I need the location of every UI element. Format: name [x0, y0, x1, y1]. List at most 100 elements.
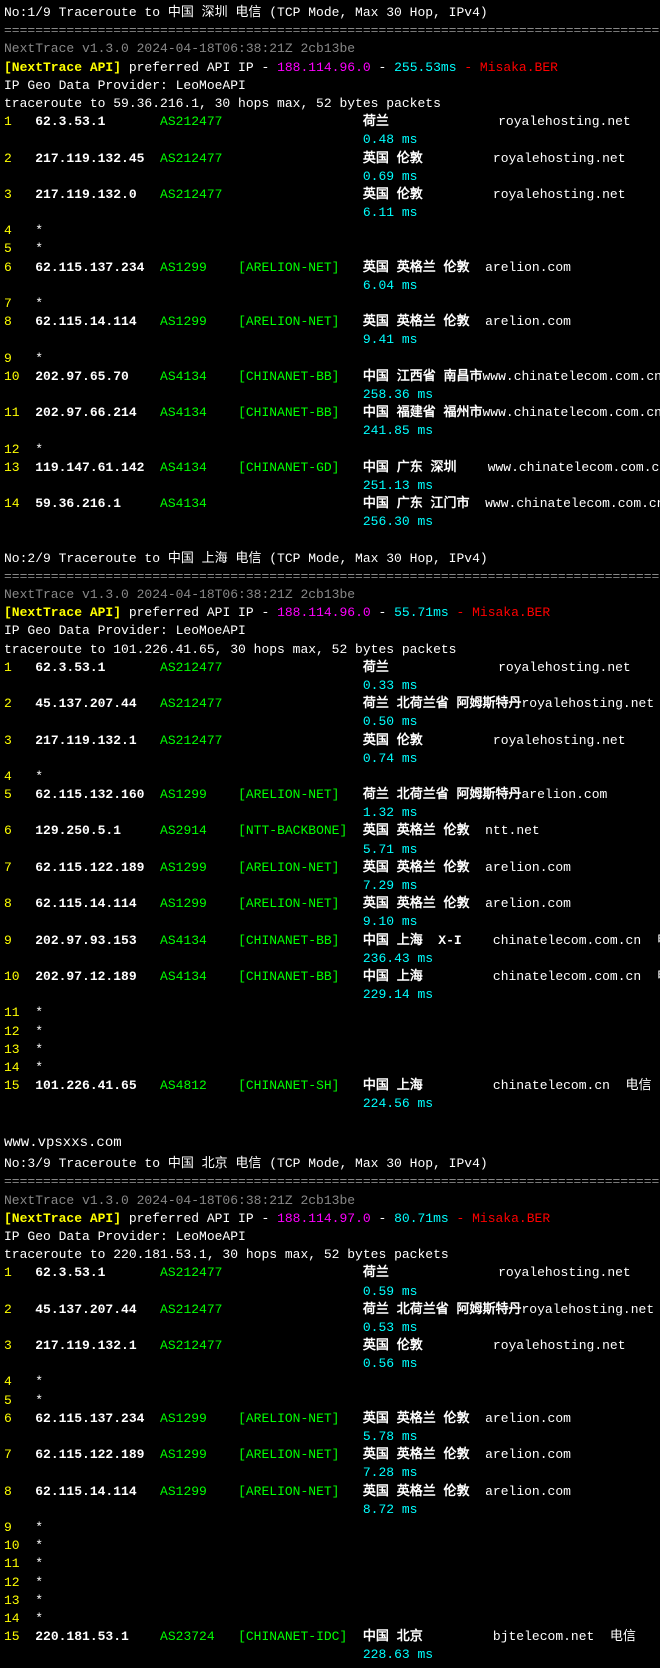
- hop-num: 15: [4, 1078, 35, 1093]
- hop-timeout: *: [35, 442, 43, 457]
- hop-asn: AS212477: [160, 151, 238, 166]
- trace-header: No:3/9 Traceroute to 中国 北京 电信 (TCP Mode,…: [4, 1155, 660, 1173]
- hop-location: 荷兰: [363, 1265, 498, 1280]
- nexttrace-version: NextTrace v1.3.0 2024-04-18T06:38:21Z 2c…: [4, 1193, 355, 1208]
- traceroute-info: traceroute to 101.226.41.65, 30 hops max…: [4, 642, 456, 657]
- hop-latency: 0.53 ms: [363, 1320, 418, 1335]
- hop-latency-row: 0.53 ms: [4, 1319, 660, 1337]
- hop-timeout: *: [35, 1042, 43, 1057]
- hop-num: 10: [4, 369, 35, 384]
- nexttrace-version: NextTrace v1.3.0 2024-04-18T06:38:21Z 2c…: [4, 41, 355, 56]
- hop-latency: 0.33 ms: [363, 678, 418, 693]
- hop-num: 10: [4, 1538, 35, 1553]
- hop-row: 5 *: [4, 240, 660, 258]
- hop-net: [CHINANET-SH]: [238, 1078, 363, 1093]
- hop-host: royalehosting.net: [498, 114, 631, 129]
- separator: ========================================…: [4, 23, 659, 38]
- hop-latency: 258.36 ms: [363, 387, 433, 402]
- hop-ip: 202.97.12.189: [35, 969, 160, 984]
- hop-latency-row: 0.50 ms: [4, 713, 660, 731]
- hop-timeout: *: [35, 1374, 43, 1389]
- hop-row: 9 *: [4, 1519, 660, 1537]
- hop-latency: 241.85 ms: [363, 423, 433, 438]
- hop-num: 6: [4, 823, 35, 838]
- hop-host: chinatelecom.cn: [493, 1078, 610, 1093]
- api-ip: 188.114.96.0: [277, 60, 371, 75]
- hop-net: [CHINANET-BB]: [238, 369, 363, 384]
- hop-latency-row: 256.30 ms: [4, 513, 660, 531]
- hop-asn: AS1299: [160, 260, 238, 275]
- hop-row: 4 *: [4, 222, 660, 240]
- hop-latency-row: 5.71 ms: [4, 841, 660, 859]
- hop-asn: AS4134: [160, 969, 238, 984]
- hop-timeout: *: [35, 769, 43, 784]
- hop-asn: AS1299: [160, 1484, 238, 1499]
- hop-ip: 202.97.66.214: [35, 405, 160, 420]
- hop-timeout: *: [35, 1538, 43, 1553]
- hop-location: 中国 江西省 南昌市: [363, 369, 483, 384]
- hop-asn: AS212477: [160, 1302, 238, 1317]
- hop-num: 14: [4, 496, 35, 511]
- hop-num: 4: [4, 223, 35, 238]
- hop-host: ntt.net: [485, 823, 540, 838]
- hop-latency-row: 0.69 ms: [4, 168, 660, 186]
- hop-net: [ARELION-NET]: [238, 1411, 363, 1426]
- hop-num: 11: [4, 1556, 35, 1571]
- hop-latency: 7.29 ms: [363, 878, 418, 893]
- hop-timeout: *: [35, 1024, 43, 1039]
- hop-num: 2: [4, 1302, 35, 1317]
- hop-location: 中国 上海: [363, 1078, 493, 1093]
- hop-latency: 7.28 ms: [363, 1465, 418, 1480]
- hop-location: 荷兰 北荷兰省 阿姆斯特丹: [363, 1302, 522, 1317]
- hop-ip: 217.119.132.1: [35, 1338, 160, 1353]
- hop-asn: AS212477: [160, 187, 238, 202]
- hop-num: 9: [4, 933, 35, 948]
- hop-row: 3 217.119.132.1 AS212477 英国 伦敦 royalehos…: [4, 732, 660, 750]
- hop-timeout: *: [35, 1393, 43, 1408]
- hop-latency: 8.72 ms: [363, 1502, 418, 1517]
- hop-num: 7: [4, 296, 35, 311]
- hop-num: 5: [4, 241, 35, 256]
- hop-location: 英国 伦敦: [363, 187, 493, 202]
- hop-ip: 217.119.132.45: [35, 151, 160, 166]
- hop-asn: AS4812: [160, 1078, 238, 1093]
- hop-latency: 0.74 ms: [363, 751, 418, 766]
- hop-asn: AS1299: [160, 314, 238, 329]
- hop-ip: 62.115.14.114: [35, 1484, 160, 1499]
- hop-num: 13: [4, 1593, 35, 1608]
- hop-num: 12: [4, 1575, 35, 1590]
- hop-asn: AS212477: [160, 733, 238, 748]
- hop-asn: AS4134: [160, 405, 238, 420]
- hop-location: 英国 英格兰 伦敦: [363, 1447, 485, 1462]
- hop-latency-row: 6.11 ms: [4, 204, 660, 222]
- hop-row: 7 *: [4, 295, 660, 313]
- hop-row: 7 62.115.122.189 AS1299 [ARELION-NET] 英国…: [4, 859, 660, 877]
- hop-isp: 电信: [594, 1629, 636, 1644]
- hop-host: royalehosting.net: [522, 696, 655, 711]
- hop-ip: 62.115.132.160: [35, 787, 160, 802]
- hop-row: 15 101.226.41.65 AS4812 [CHINANET-SH] 中国…: [4, 1077, 660, 1095]
- hop-host: arelion.com: [522, 787, 608, 802]
- hop-num: 6: [4, 260, 35, 275]
- hop-ip: 101.226.41.65: [35, 1078, 160, 1093]
- hop-location: 英国 英格兰 伦敦: [363, 1484, 485, 1499]
- hop-row: 15 220.181.53.1 AS23724 [CHINANET-IDC] 中…: [4, 1628, 660, 1646]
- hop-isp: 电信: [641, 933, 660, 948]
- hop-net: [238, 151, 363, 166]
- api-ip: 188.114.96.0: [277, 605, 371, 620]
- hop-num: 8: [4, 314, 35, 329]
- hop-host: www.chinatelecom.com.cn: [485, 496, 660, 511]
- hop-row: 8 62.115.14.114 AS1299 [ARELION-NET] 英国 …: [4, 1483, 660, 1501]
- trace-header: No:1/9 Traceroute to 中国 深圳 电信 (TCP Mode,…: [4, 4, 660, 22]
- hop-row: 10 202.97.65.70 AS4134 [CHINANET-BB] 中国 …: [4, 368, 660, 386]
- hop-num: 5: [4, 1393, 35, 1408]
- hop-ip: 119.147.61.142: [35, 460, 160, 475]
- hop-latency-row: 6.04 ms: [4, 277, 660, 295]
- hop-ip: 129.250.5.1: [35, 823, 160, 838]
- hop-latency-row: 228.63 ms: [4, 1646, 660, 1664]
- hop-num: 11: [4, 405, 35, 420]
- hop-latency-row: 7.28 ms: [4, 1464, 660, 1482]
- hop-latency-row: 5.78 ms: [4, 1428, 660, 1446]
- hop-latency-row: 9.41 ms: [4, 331, 660, 349]
- hop-net: [ARELION-NET]: [238, 896, 363, 911]
